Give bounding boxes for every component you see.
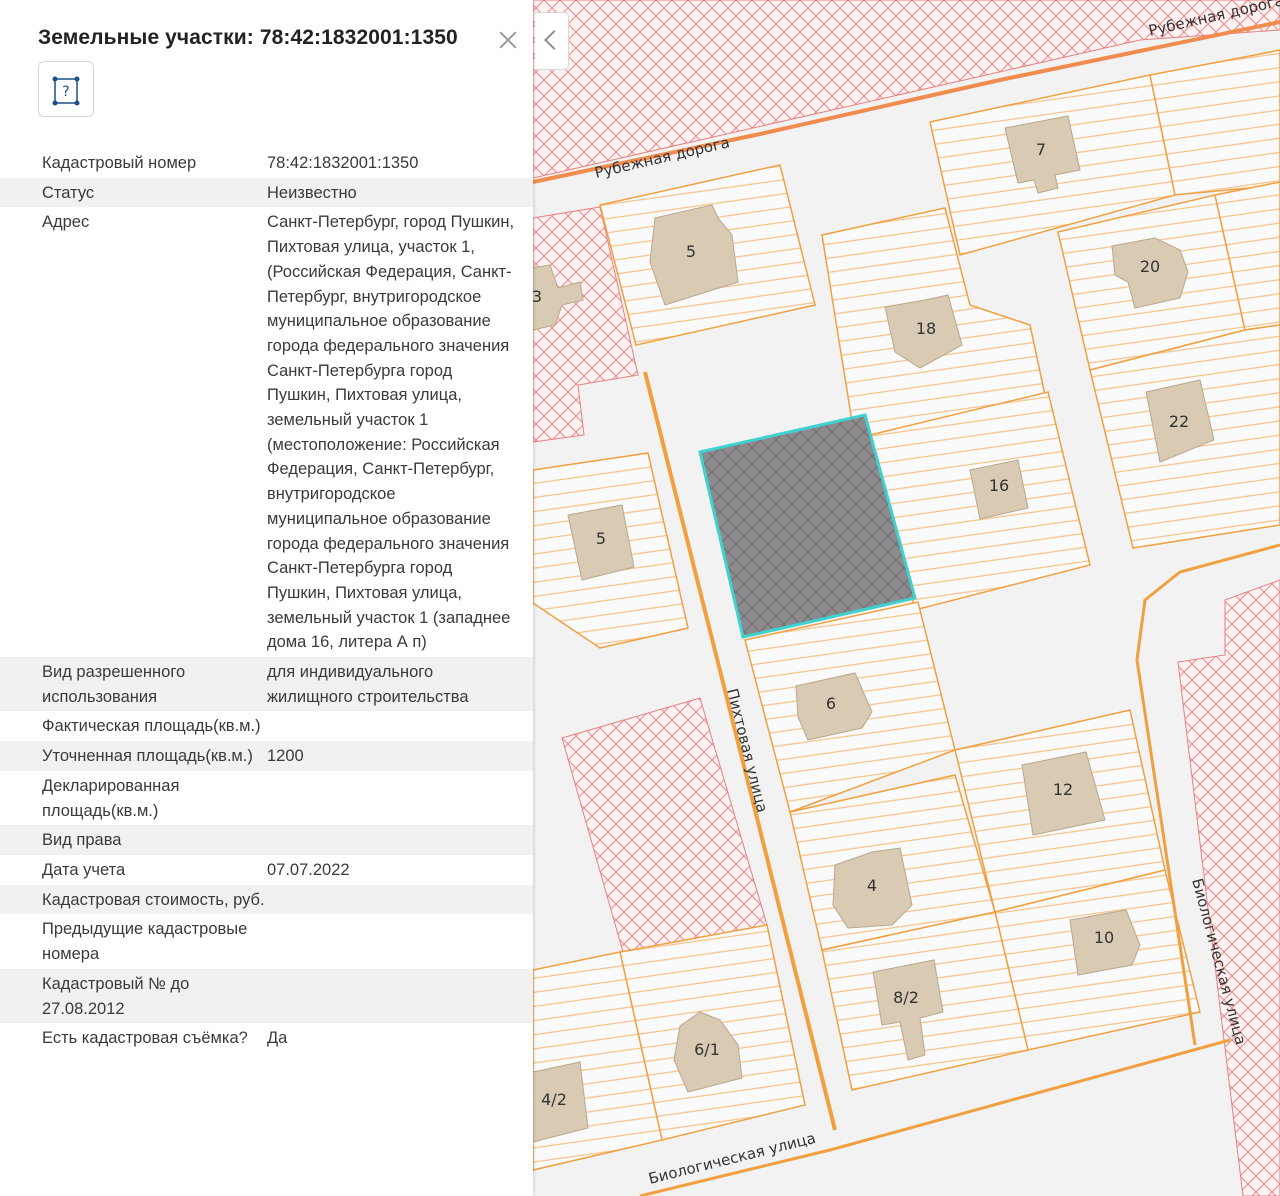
property-row: Дата учета 07.07.2022 xyxy=(0,855,533,885)
house-number: 5 xyxy=(596,529,606,548)
property-key: Кадастровый № до 27.08.2012 xyxy=(42,974,190,1018)
property-key: Уточненная площадь(кв.м.) xyxy=(42,747,253,766)
property-value: 07.07.2022 xyxy=(267,860,350,879)
property-row: Кадастровый номер 78:42:1832001:1350 xyxy=(0,148,533,178)
house-number: 16 xyxy=(989,476,1009,495)
house-number: 4 xyxy=(867,876,877,895)
property-value: Да xyxy=(267,1029,288,1048)
property-value xyxy=(267,774,517,823)
property-value xyxy=(267,714,517,739)
property-key: Есть кадастровая съёмка? xyxy=(42,1029,248,1048)
property-key: Вид разрешенного использования xyxy=(42,663,186,706)
property-value: Санкт-Петербург, город Пушкин, Пихтовая … xyxy=(267,213,515,652)
close-icon[interactable] xyxy=(494,26,522,54)
property-key: Статус xyxy=(42,183,95,202)
house-number: 18 xyxy=(916,319,936,338)
svg-text:?: ? xyxy=(62,84,69,100)
house-number: 6/1 xyxy=(694,1040,720,1059)
property-key: Кадастровая стоимость, руб. xyxy=(42,890,265,909)
property-row: Уточненная площадь(кв.м.) 1200 xyxy=(0,741,533,771)
property-row: Предыдущие кадастровые номера xyxy=(0,914,533,968)
property-key: Кадастровый номер xyxy=(42,154,197,172)
collapse-panel-button[interactable] xyxy=(535,12,569,70)
chevron-left-icon xyxy=(544,30,564,50)
house-number: 4/2 xyxy=(541,1090,567,1109)
property-row: Кадастровый № до 27.08.2012 xyxy=(0,968,533,1024)
house-number: 3 xyxy=(532,287,542,306)
property-row: Кадастровая стоимость, руб. xyxy=(0,884,533,915)
property-row: Статус Неизвестно xyxy=(0,177,533,208)
property-key: Декларированная площадь(кв.м.) xyxy=(42,776,180,820)
property-value: Неизвестно xyxy=(267,183,357,202)
property-row: Декларированная площадь(кв.м.) xyxy=(0,771,533,825)
property-row: Вид разрешенного использования для индив… xyxy=(0,657,533,712)
panel-title: Земельные участки: 78:42:1832001:1350 xyxy=(38,26,458,49)
property-value: 1200 xyxy=(267,747,304,766)
property-key: Вид права xyxy=(42,831,122,850)
property-key: Фактическая площадь(кв.м.) xyxy=(42,717,261,736)
property-row: Адрес Санкт-Петербург, город Пушкин, Пих… xyxy=(0,207,533,657)
property-value xyxy=(267,888,517,913)
property-key: Дата учета xyxy=(42,860,126,879)
property-row: Фактическая площадь(кв.м.) xyxy=(0,711,533,741)
property-key: Предыдущие кадастровые номера xyxy=(42,920,248,964)
parcel-query-button[interactable]: ? xyxy=(38,61,94,117)
house-number: 22 xyxy=(1169,412,1189,431)
house-number: 7 xyxy=(1036,140,1046,159)
property-key: Адрес xyxy=(42,213,90,232)
parcel-query-icon: ? xyxy=(52,76,80,106)
property-value xyxy=(267,972,517,1021)
info-panel: Земельные участки: 78:42:1832001:1350 ? … xyxy=(0,0,533,1196)
properties-table: Кадастровый номер 78:42:1832001:1350 Ста… xyxy=(0,148,533,1053)
property-row: Вид права xyxy=(0,825,533,855)
house-number: 8/2 xyxy=(893,988,919,1007)
property-value xyxy=(267,828,517,853)
property-value: для индивидуального жилищного строительс… xyxy=(267,663,469,706)
house-number: 6 xyxy=(826,694,836,713)
house-number: 20 xyxy=(1140,257,1160,276)
property-value: 78:42:1832001:1350 xyxy=(267,154,419,172)
house-number: 12 xyxy=(1053,780,1073,799)
house-number: 5 xyxy=(686,242,696,261)
property-value xyxy=(267,917,517,966)
property-row: Есть кадастровая съёмка? Да xyxy=(0,1023,533,1053)
house-number: 10 xyxy=(1094,928,1114,947)
